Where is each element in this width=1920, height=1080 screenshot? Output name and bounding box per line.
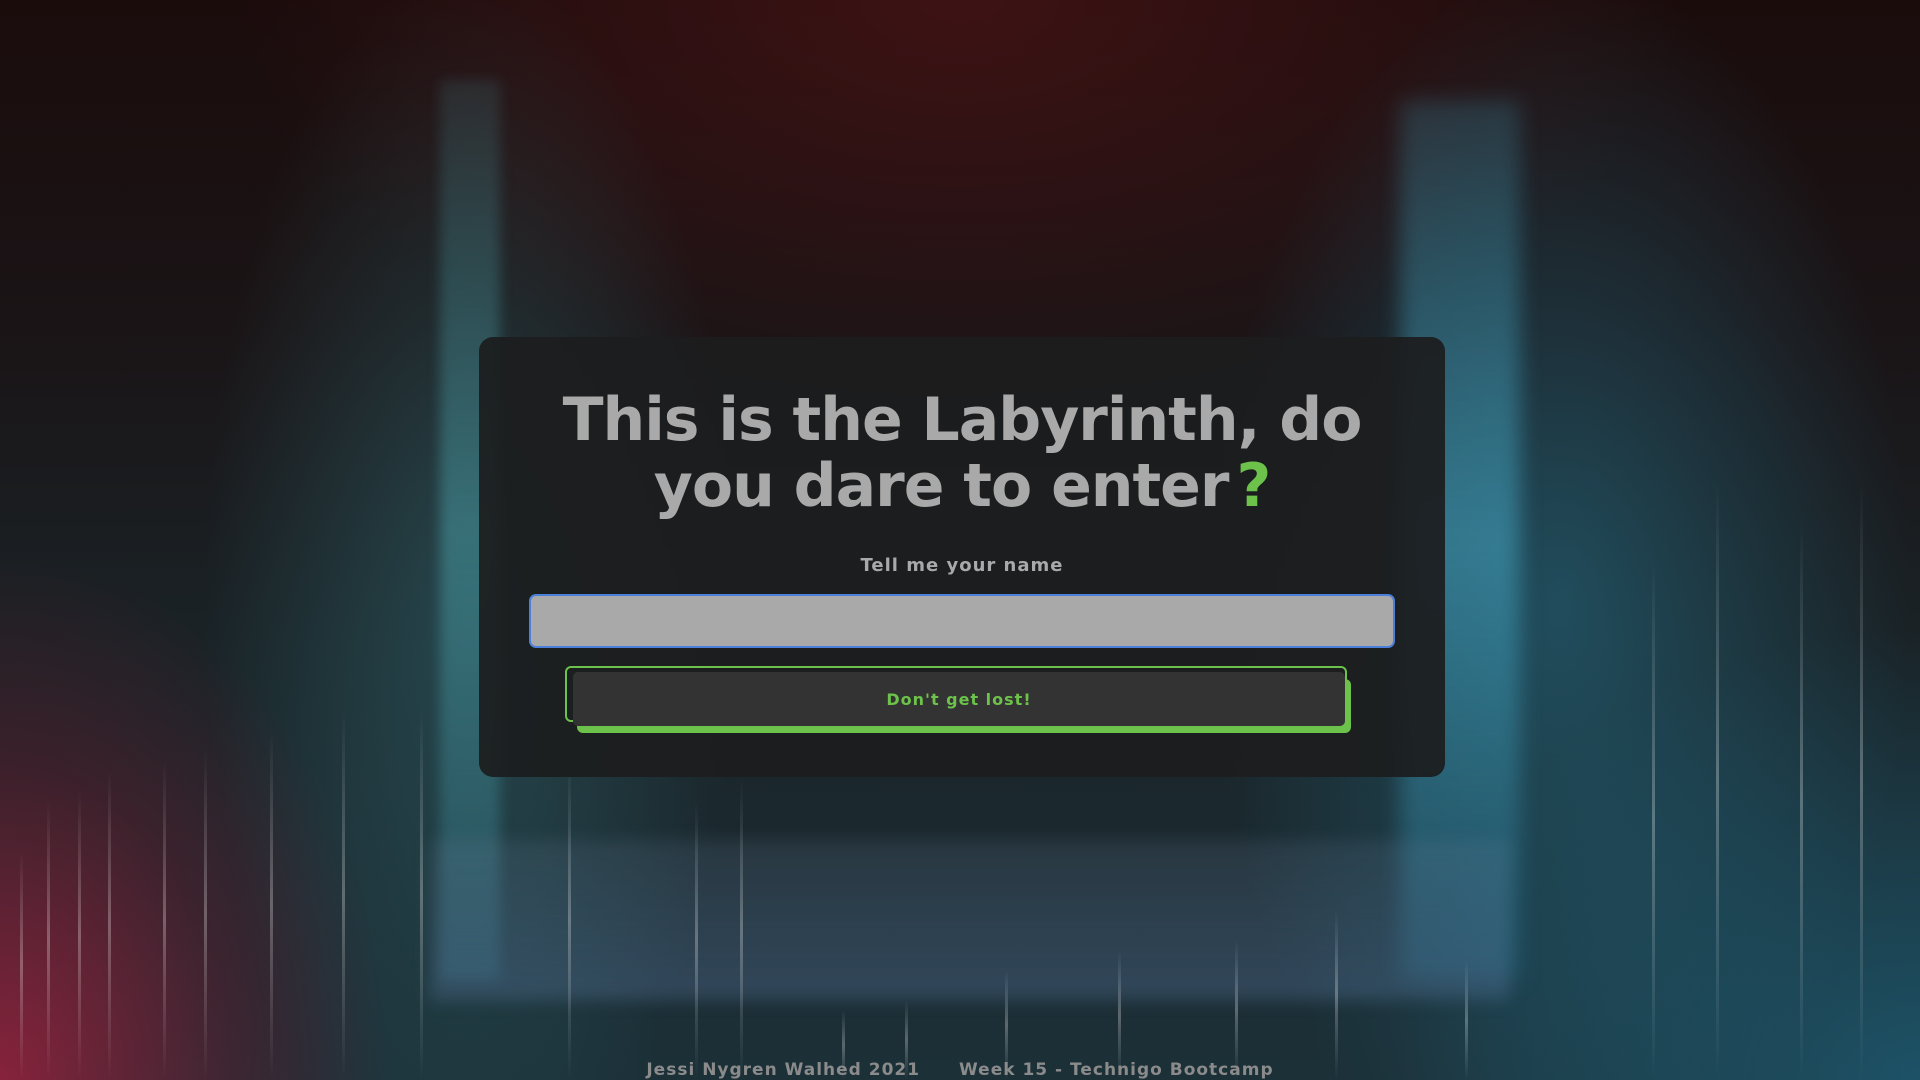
footer-author: Jessi Nygren Walhed 2021 (646, 1060, 921, 1080)
name-label: Tell me your name (860, 555, 1064, 576)
welcome-card: This is the Labyrinth, do you dare to en… (479, 337, 1445, 777)
footer-course: Week 15 - Technigo Bootcamp (959, 1060, 1274, 1080)
start-button[interactable]: Don't get lost! (573, 672, 1345, 726)
start-button-group: Don't get lost! (565, 666, 1351, 736)
page-title: This is the Labyrinth, do you dare to en… (552, 387, 1372, 519)
footer: Jessi Nygren Walhed 2021 Week 15 - Techn… (0, 1060, 1920, 1080)
title-question-mark: ? (1236, 451, 1271, 521)
name-input[interactable] (529, 594, 1395, 648)
background-floor (430, 840, 1510, 1000)
